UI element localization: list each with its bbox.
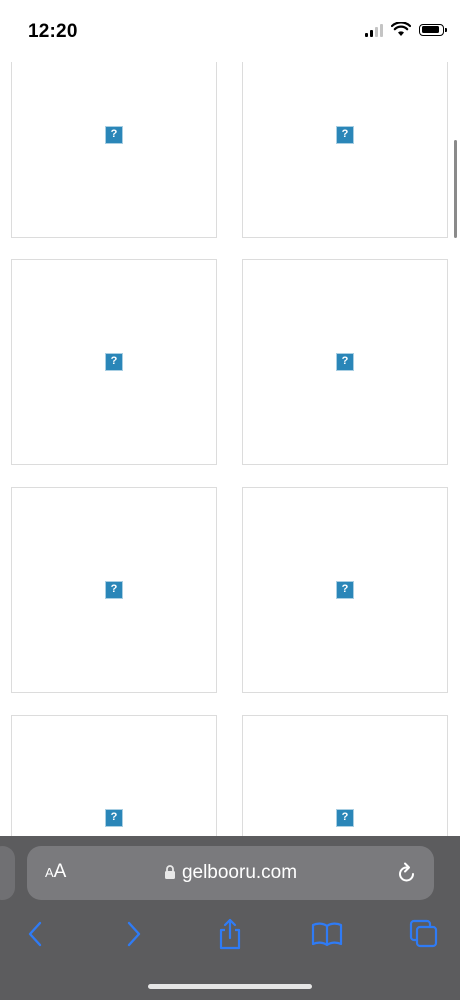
home-indicator[interactable]: [148, 984, 312, 989]
thumbnail-5[interactable]: ?: [11, 487, 217, 693]
share-icon: [219, 918, 241, 950]
wifi-icon: [391, 22, 411, 36]
forward-button[interactable]: [114, 914, 154, 954]
thumbnail-1[interactable]: ?: [11, 32, 217, 238]
address-bar[interactable]: AA gelbooru.com: [27, 846, 434, 900]
broken-image-icon: ?: [105, 353, 123, 371]
forward-icon: [127, 921, 141, 947]
previous-tab-pill[interactable]: [0, 846, 15, 900]
share-button[interactable]: [210, 914, 250, 954]
thumbnail-3[interactable]: ?: [11, 259, 217, 465]
back-icon: [28, 921, 42, 947]
url-text: gelbooru.com: [181, 862, 298, 883]
bookmarks-button[interactable]: [307, 914, 347, 954]
status-time: 12:20: [28, 21, 78, 42]
thumbnail-4[interactable]: ?: [242, 259, 448, 465]
status-bar: 12:20: [0, 0, 460, 62]
broken-image-icon: ?: [336, 353, 354, 371]
safari-toolbar: [0, 914, 460, 954]
broken-image-icon: ?: [105, 126, 123, 144]
url-display[interactable]: gelbooru.com: [27, 862, 434, 884]
back-button[interactable]: [15, 914, 55, 954]
scrollbar[interactable]: [454, 140, 457, 238]
safari-bottom-bar: AA gelbooru.com: [0, 836, 460, 1000]
tabs-button[interactable]: [404, 914, 444, 954]
broken-image-icon: ?: [105, 581, 123, 599]
battery-icon: [419, 23, 447, 36]
bookmarks-icon: [311, 922, 343, 947]
broken-image-icon: ?: [105, 809, 123, 827]
thumbnail-2[interactable]: ?: [242, 32, 448, 238]
reload-icon[interactable]: [396, 861, 418, 885]
lock-icon: [164, 865, 175, 879]
thumbnail-6[interactable]: ?: [242, 487, 448, 693]
broken-image-icon: ?: [336, 581, 354, 599]
signal-icon: [365, 23, 383, 37]
broken-image-icon: ?: [336, 809, 354, 827]
broken-image-icon: ?: [336, 126, 354, 144]
status-icons: [365, 22, 447, 37]
tabs-icon: [409, 919, 438, 948]
